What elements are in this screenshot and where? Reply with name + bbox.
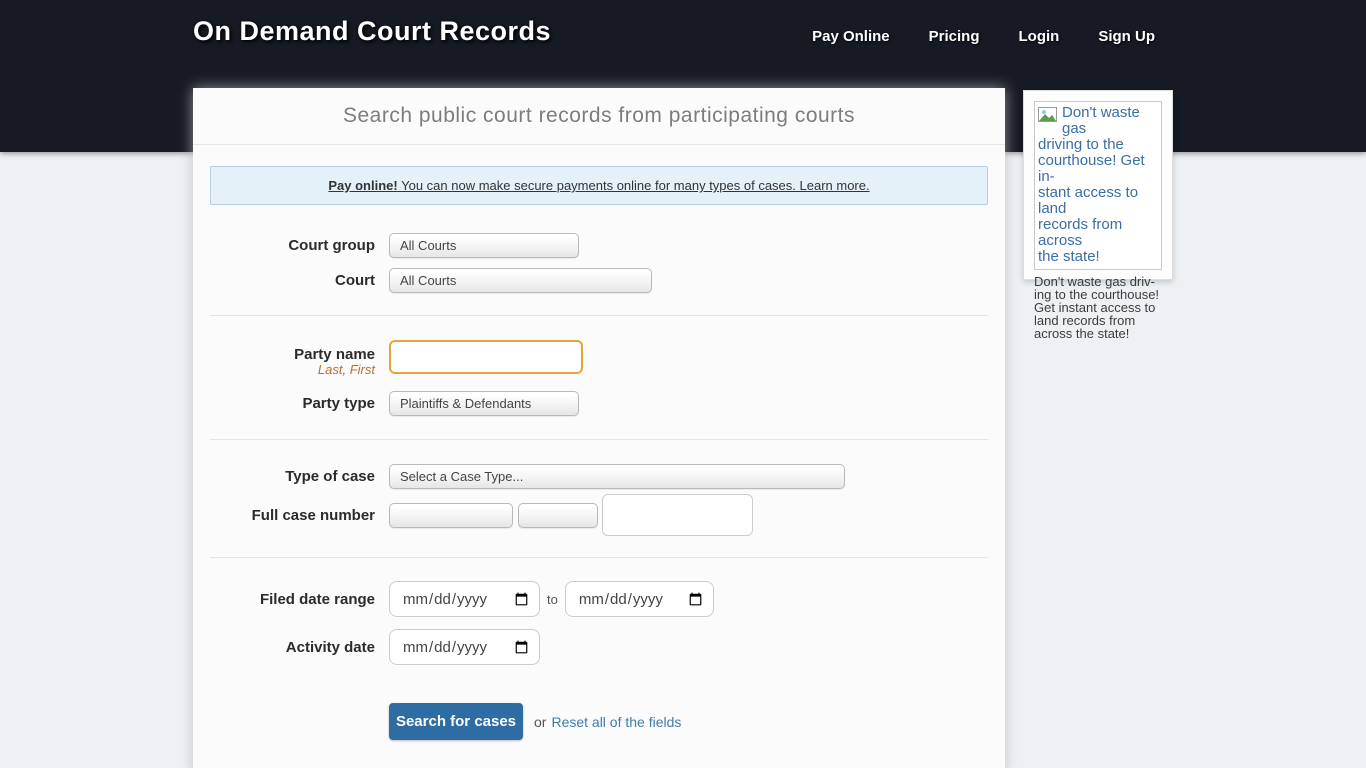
court-group-label: Court group xyxy=(193,237,389,254)
party-name-label: Party name xyxy=(193,346,375,363)
section-divider xyxy=(210,439,988,440)
filed-range-separator: to xyxy=(547,592,558,607)
filed-date-to-input[interactable] xyxy=(565,581,714,617)
party-type-label: Party type xyxy=(193,395,389,412)
case-number-part1-select[interactable] xyxy=(389,503,513,528)
activity-date-input[interactable] xyxy=(389,629,540,665)
court-label: Court xyxy=(193,272,389,289)
pay-online-banner-link[interactable]: Pay online! You can now make secure paym… xyxy=(328,178,869,193)
search-card: Search public court records from partici… xyxy=(193,88,1005,768)
broken-image-icon xyxy=(1038,105,1062,132)
filed-date-from-input[interactable] xyxy=(389,581,540,617)
pay-online-banner: Pay online! You can now make secure paym… xyxy=(210,166,988,205)
party-type-select[interactable]: Plaintiffs & Defendants xyxy=(389,391,579,416)
court-group-select[interactable]: All Courts xyxy=(389,233,579,258)
activity-date-label: Activity date xyxy=(193,639,389,656)
party-name-input[interactable] xyxy=(389,340,583,374)
case-number-part3-input[interactable] xyxy=(602,494,753,536)
nav-pay-online[interactable]: Pay Online xyxy=(812,28,890,45)
court-select[interactable]: All Courts xyxy=(389,268,652,293)
search-form: Court group All Courts Court All Courts … xyxy=(193,233,1005,740)
banner-bold-text: Pay online! xyxy=(328,178,397,193)
broken-image-box: Don't waste gas driving to the courthous… xyxy=(1034,101,1162,270)
case-type-label: Type of case xyxy=(193,468,389,485)
nav-sign-up[interactable]: Sign Up xyxy=(1098,28,1155,45)
case-number-label: Full case number xyxy=(193,507,389,524)
banner-rest-text: You can now make secure payments online … xyxy=(398,178,870,193)
nav-pricing[interactable]: Pricing xyxy=(929,28,980,45)
or-text: or xyxy=(534,714,546,730)
reset-fields-link[interactable]: Reset all of the fields xyxy=(551,714,681,730)
case-number-part2-select[interactable] xyxy=(518,503,598,528)
section-divider xyxy=(210,557,988,558)
filed-range-label: Filed date range xyxy=(193,591,389,608)
case-type-select[interactable]: Select a Case Type... xyxy=(389,464,845,489)
page-title: Search public court records from partici… xyxy=(343,104,855,128)
search-button[interactable]: Search for cases xyxy=(389,703,523,740)
brand-title: On Demand Court Records xyxy=(193,16,551,47)
land-records-ad[interactable]: Don't waste gas driving to the courthous… xyxy=(1023,90,1173,280)
nav-login[interactable]: Login xyxy=(1019,28,1060,45)
party-name-hint: Last, First xyxy=(193,363,375,378)
card-header: Search public court records from partici… xyxy=(193,88,1005,145)
top-nav: Pay Online Pricing Login Sign Up xyxy=(812,28,1155,45)
ad-caption: Don't waste gas driv- ing to the courtho… xyxy=(1034,275,1162,340)
section-divider xyxy=(210,315,988,316)
party-name-label-block: Party name Last, First xyxy=(193,340,389,378)
